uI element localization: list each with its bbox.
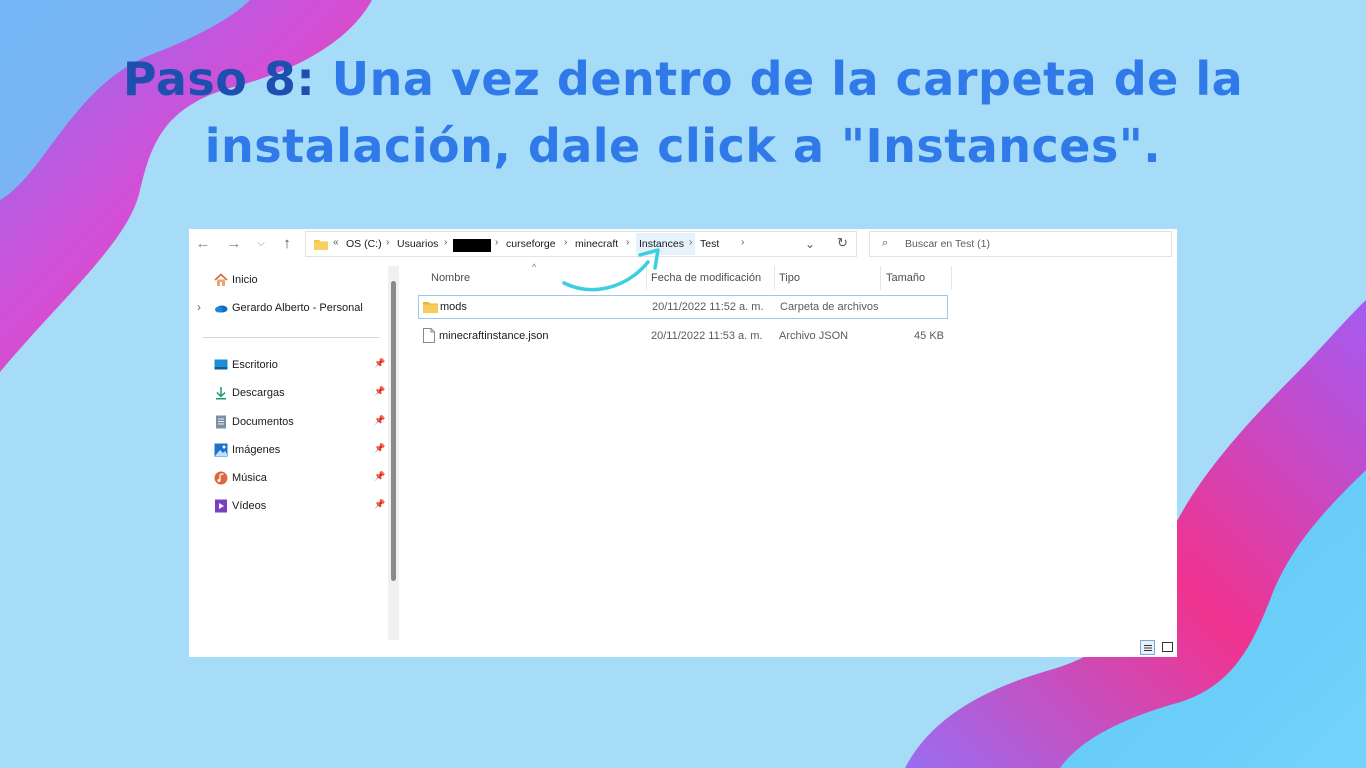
- annotation-arrow: [562, 248, 660, 292]
